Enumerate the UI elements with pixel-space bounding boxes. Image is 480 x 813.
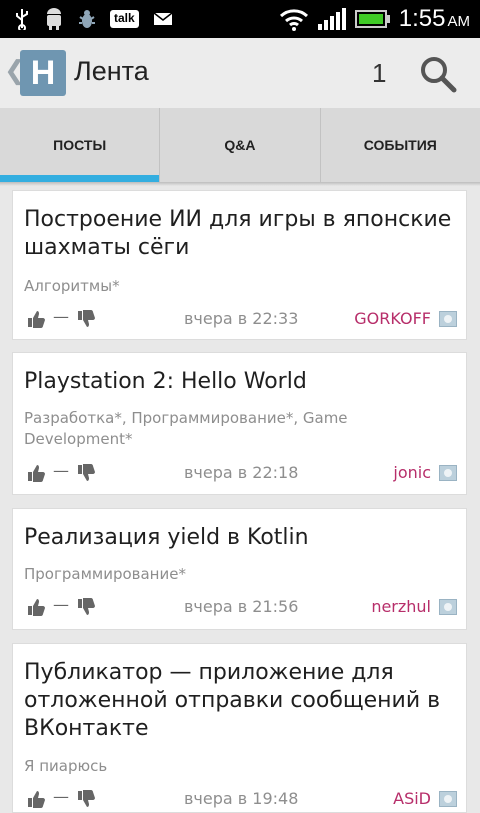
mail-icon: [153, 12, 173, 25]
signal-icon: [317, 8, 346, 30]
tab-events-label: СОБЫТИЯ: [363, 137, 437, 153]
tab-qa[interactable]: Q&A: [159, 108, 319, 182]
post-author[interactable]: nerzhul: [371, 597, 431, 616]
post-hubs: Алгоритмы*: [24, 277, 120, 295]
thumbs-up-icon[interactable]: [26, 309, 46, 329]
thumbs-up-icon[interactable]: [26, 597, 46, 617]
post-author[interactable]: GORKOFF: [354, 309, 431, 328]
tab-qa-label: Q&A: [224, 137, 256, 153]
clock-time: 1:55: [398, 5, 446, 32]
post-title[interactable]: Реализация yield в Kotlin: [24, 524, 454, 552]
post-score: —: [53, 595, 69, 614]
thumbs-up-icon[interactable]: [26, 463, 46, 483]
post-title[interactable]: Playstation 2: Hello World: [24, 368, 454, 396]
post-author[interactable]: ASiD: [393, 789, 431, 808]
thumbs-up-icon[interactable]: [26, 789, 46, 809]
post-card[interactable]: Построение ИИ для игры в японские шахмат…: [12, 190, 467, 340]
post-score: —: [53, 787, 69, 806]
thumbs-down-icon[interactable]: [76, 597, 96, 617]
talk-icon: talk: [110, 10, 139, 28]
search-icon[interactable]: [418, 54, 458, 94]
tab-events[interactable]: СОБЫТИЯ: [319, 108, 480, 182]
post-time: вчера в 22:33: [184, 309, 299, 328]
clock-ampm: AM: [447, 13, 471, 30]
page-title[interactable]: Лента: [74, 56, 149, 87]
post-card[interactable]: Публикатор — приложение для отложенной о…: [12, 643, 467, 813]
post-card[interactable]: Playstation 2: Hello World Разработка*, …: [12, 352, 467, 495]
author-avatar[interactable]: [439, 465, 457, 481]
post-hubs: Программирование*: [24, 565, 186, 583]
tab-posts-label: ПОСТЫ: [53, 137, 107, 153]
system-icons: 1:55 AM: [279, 4, 470, 34]
author-avatar[interactable]: [439, 311, 457, 327]
thumbs-down-icon[interactable]: [76, 463, 96, 483]
tab-bar: ПОСТЫ Q&A СОБЫТИЯ: [0, 108, 480, 182]
tab-indicator: [160, 175, 319, 182]
action-bar: ❮ H Лента 1: [0, 38, 480, 108]
android-debug-icon: [47, 8, 61, 30]
post-author[interactable]: jonic: [393, 463, 431, 482]
post-footer: — вчера в 22:18 jonic: [24, 461, 457, 485]
post-title[interactable]: Публикатор — приложение для отложенной о…: [24, 659, 454, 743]
post-time: вчера в 19:48: [184, 789, 299, 808]
post-card[interactable]: Реализация yield в Kotlin Программирован…: [12, 508, 467, 630]
notification-icons: talk: [14, 6, 173, 32]
post-hubs: Разработка*, Программирование*, Game Dev…: [24, 409, 348, 448]
tab-indicator: [321, 175, 480, 182]
thumbs-down-icon[interactable]: [76, 789, 96, 809]
post-footer: — вчера в 22:33 GORKOFF: [24, 307, 457, 331]
tab-active-indicator: [0, 175, 160, 182]
thumbs-down-icon[interactable]: [76, 309, 96, 329]
unread-count[interactable]: 1: [372, 58, 386, 89]
clock: 1:55 AM: [399, 5, 470, 33]
post-title[interactable]: Построение ИИ для игры в японские шахмат…: [24, 206, 454, 262]
battery-icon: [354, 10, 390, 28]
tabs-shadow: [0, 182, 480, 186]
author-avatar[interactable]: [439, 599, 457, 615]
post-score: —: [53, 461, 69, 480]
post-time: вчера в 22:18: [184, 463, 299, 482]
app-logo[interactable]: H: [20, 50, 66, 96]
status-bar: talk 1:55 AM: [0, 0, 480, 38]
post-footer: — вчера в 19:48 ASiD: [24, 787, 457, 811]
post-score: —: [53, 307, 69, 326]
tab-posts[interactable]: ПОСТЫ: [0, 108, 160, 182]
bug-icon: [79, 10, 95, 28]
usb-icon: [16, 9, 28, 30]
wifi-icon: [279, 9, 308, 31]
author-avatar[interactable]: [439, 791, 457, 807]
post-hubs: Я пиарюсь: [24, 757, 108, 775]
post-time: вчера в 21:56: [184, 597, 299, 616]
post-footer: — вчера в 21:56 nerzhul: [24, 595, 457, 619]
